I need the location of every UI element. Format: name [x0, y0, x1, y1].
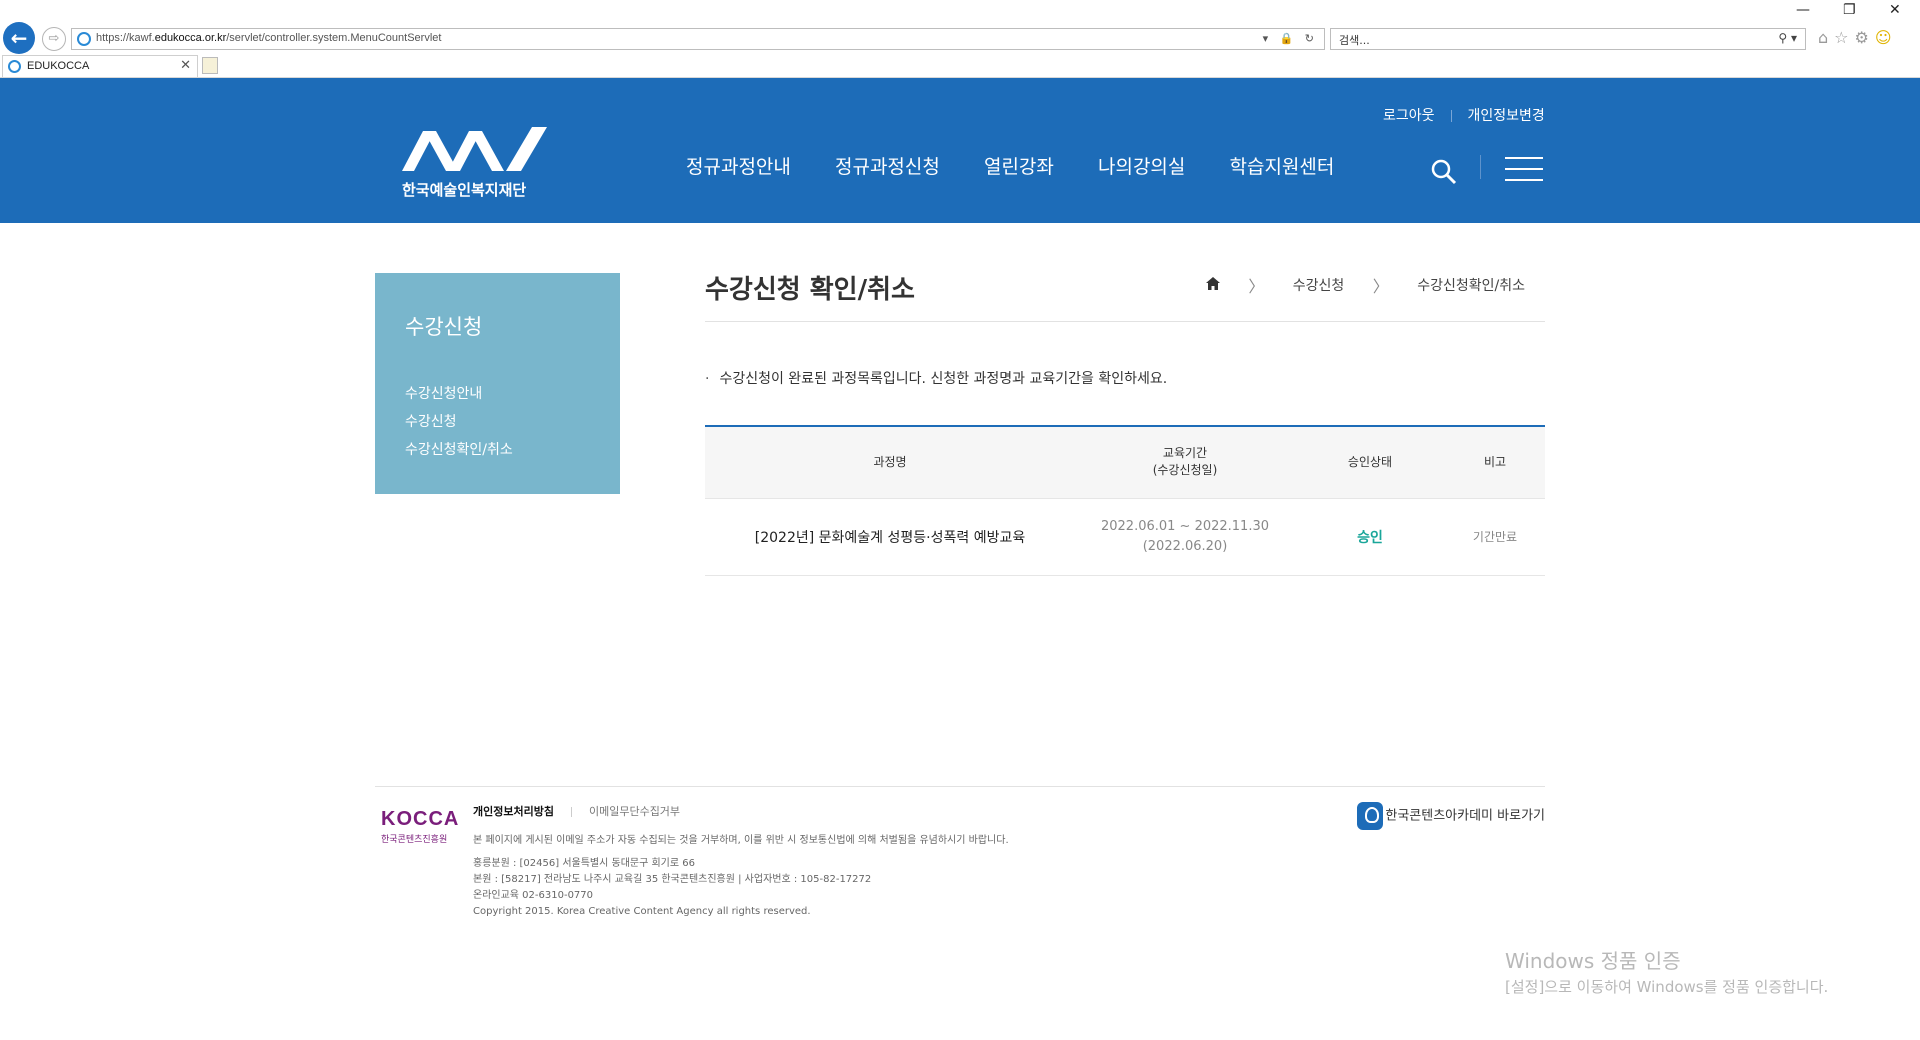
sidebar-item-guide[interactable]: 수강신청안내 [405, 380, 513, 408]
email-refusal-link[interactable]: 이메일무단수집거부 [589, 805, 680, 818]
sidebar-menu: 수강신청안내 수강신청 수강신청확인/취소 [405, 380, 513, 464]
divider [705, 321, 1545, 322]
url-domain: edukocca.or.kr [154, 32, 227, 44]
page-title: 수강신청 확인/취소 [705, 275, 915, 305]
address-line: 본원 : [58217] 전라남도 나주시 교육길 35 한국콘텐츠진흥원 | … [473, 874, 872, 885]
column-header-period: 교육기간 (수강신청일) [1075, 426, 1295, 499]
search-icon[interactable]: ⚲ ▾ [1778, 31, 1797, 45]
site-header: 로그아웃 개인정보변경 한국예술인복지재단 정규과정안내 정규과정신청 열린강좌 … [0, 78, 1920, 223]
url-path: /servlet/controller.system.MenuCountServ… [226, 32, 442, 44]
home-icon[interactable]: ⌂ [1818, 28, 1834, 47]
kocca-logo-text: KOCCA [381, 808, 460, 830]
note-text: 기간만료 [1445, 498, 1545, 576]
course-name[interactable]: [2022년] 문화예술계 성평등·성폭력 예방교육 [705, 498, 1075, 576]
feedback-icon[interactable]: ☺ [1875, 28, 1898, 47]
favorites-icon[interactable]: ☆ [1834, 28, 1854, 47]
course-period: 2022.06.01 ~ 2022.11.30 (2022.06.20) [1075, 498, 1295, 576]
nav-item-regular-apply[interactable]: 정규과정신청 [835, 152, 940, 179]
applied-date: (2022.06.20) [1142, 538, 1228, 554]
column-header-course: 과정명 [705, 426, 1075, 499]
search-icon[interactable] [1430, 158, 1458, 190]
enrollment-table: 과정명 교육기간 (수강신청일) 승인상태 비고 [2022년] 문화예술계 성평… [705, 425, 1545, 576]
browser-search-input[interactable]: 검색... ⚲ ▾ [1330, 28, 1806, 50]
academy-link-text: 한국콘텐츠아카데미 바로가기 [1385, 808, 1545, 824]
logo-mark-icon [402, 127, 547, 171]
tab-title: EDUKOCCA [27, 60, 90, 72]
back-button[interactable]: ← [3, 22, 35, 54]
site-logo[interactable]: 한국예술인복지재단 [402, 127, 552, 201]
status-badge: 승인 [1295, 498, 1445, 576]
email-notice: 본 페이지에 게시된 이메일 주소가 자동 수집되는 것을 거부하며, 이를 위… [473, 835, 1009, 846]
table-header-row: 과정명 교육기간 (수강신청일) 승인상태 비고 [705, 426, 1545, 499]
sidebar: 수강신청 수강신청안내 수강신청 수강신청확인/취소 [375, 273, 620, 494]
copyright: Copyright 2015. Korea Creative Content A… [473, 906, 811, 917]
nav-item-my-classroom[interactable]: 나의강의실 [1098, 152, 1185, 179]
url-text[interactable]: https://kawf.edukocca.or.kr/servlet/cont… [96, 32, 441, 44]
home-icon[interactable] [1205, 276, 1220, 294]
browser-toolbar: ⌂☆⚙☺ [1818, 28, 1898, 47]
windows-activation-watermark: Windows 정품 인증 [설정]으로 이동하여 Windows를 정품 인증… [1505, 945, 1828, 997]
breadcrumb-item-current: 수강신청확인/취소 [1417, 278, 1525, 294]
main-nav: 정규과정안내 정규과정신청 열린강좌 나의강의실 학습지원센터 [686, 152, 1373, 179]
nav-item-open-lectures[interactable]: 열린강좌 [984, 152, 1054, 179]
column-header-note: 비고 [1445, 426, 1545, 499]
notice-message: 수강신청이 완료된 과정목록입니다. 신청한 과정명과 교육기간을 확인하세요. [719, 371, 1168, 387]
column-header-status: 승인상태 [1295, 426, 1445, 499]
chevron-right-icon: 〉 [1372, 277, 1389, 296]
period-header-line2: (수강신청일) [1152, 463, 1218, 478]
breadcrumb: 〉 수강신청 〉 수강신청확인/취소 [1205, 273, 1525, 297]
notice-text: · 수강신청이 완료된 과정목록입니다. 신청한 과정명과 교육기간을 확인하세요… [705, 368, 1167, 388]
utility-links: 로그아웃 개인정보변경 [1383, 105, 1545, 125]
new-tab-button[interactable] [202, 57, 218, 74]
search-placeholder: 검색... [1339, 34, 1370, 47]
sidebar-item-confirm-cancel[interactable]: 수강신청확인/취소 [405, 436, 513, 464]
period-range: 2022.06.01 ~ 2022.11.30 [1100, 518, 1270, 534]
browser-chrome: ← ⇨ https://kawf.edukocca.or.kr/servlet/… [0, 0, 1920, 78]
period-header-line1: 교육기간 [1162, 446, 1208, 461]
nav-item-support-center[interactable]: 학습지원센터 [1229, 152, 1334, 179]
nav-item-regular-info[interactable]: 정규과정안내 [686, 152, 791, 179]
bullet: · [705, 371, 710, 387]
url-prefix: https://kawf. [96, 32, 155, 44]
address-line: 홍릉분원 : [02456] 서울특별시 동대문구 회기로 66 [473, 858, 695, 869]
tab-favicon [8, 60, 21, 73]
chevron-right-icon: 〉 [1248, 277, 1265, 296]
divider [570, 807, 572, 817]
table-row: [2022년] 문화예술계 성평등·성폭력 예방교육 2022.06.01 ~ … [705, 498, 1545, 576]
divider [1450, 110, 1452, 122]
kocca-logo-subtext: 한국콘텐츠진흥원 [381, 835, 448, 845]
divider [375, 786, 1545, 787]
minimize-button[interactable]: — [1796, 2, 1810, 18]
close-window-button[interactable]: ✕ [1889, 2, 1901, 18]
address-tools[interactable]: ▾ 🔒 ↻ [1263, 32, 1318, 45]
breadcrumb-item[interactable]: 수강신청 [1293, 275, 1345, 295]
kocca-logo[interactable]: KOCCA 한국콘텐츠진흥원 [381, 808, 459, 845]
lightbulb-icon [1357, 802, 1384, 830]
sidebar-item-apply[interactable]: 수강신청 [405, 408, 513, 436]
ie-icon [77, 32, 91, 46]
menu-icon[interactable] [1505, 157, 1543, 183]
settings-icon[interactable]: ⚙ [1855, 28, 1875, 47]
browser-tab[interactable]: EDUKOCCA ✕ [2, 55, 198, 77]
logout-link[interactable]: 로그아웃 [1383, 105, 1435, 125]
watermark-title: Windows 정품 인증 [1505, 949, 1681, 973]
profile-edit-link[interactable]: 개인정보변경 [1468, 105, 1545, 125]
privacy-policy-link[interactable]: 개인정보처리방침 [473, 805, 554, 818]
restore-button[interactable]: ❐ [1843, 2, 1856, 18]
header-divider [1480, 155, 1481, 179]
tab-close-icon[interactable]: ✕ [180, 58, 191, 73]
address-line: 온라인교육 02-6310-0770 [473, 890, 594, 901]
address-bar[interactable]: https://kawf.edukocca.or.kr/servlet/cont… [71, 28, 1325, 50]
forward-button[interactable]: ⇨ [42, 27, 66, 51]
logo-text: 한국예술인복지재단 [402, 181, 527, 199]
watermark-text: [설정]으로 이동하여 Windows를 정품 인증합니다. [1505, 978, 1829, 996]
academy-link[interactable]: 한국콘텐츠아카데미 바로가기 [1357, 802, 1545, 830]
sidebar-title: 수강신청 [405, 315, 483, 339]
footer-links: 개인정보처리방침 이메일무단수집거부 [473, 803, 680, 819]
footer-address: 홍릉분원 : [02456] 서울특별시 동대문구 회기로 66 본원 : [5… [473, 856, 871, 920]
